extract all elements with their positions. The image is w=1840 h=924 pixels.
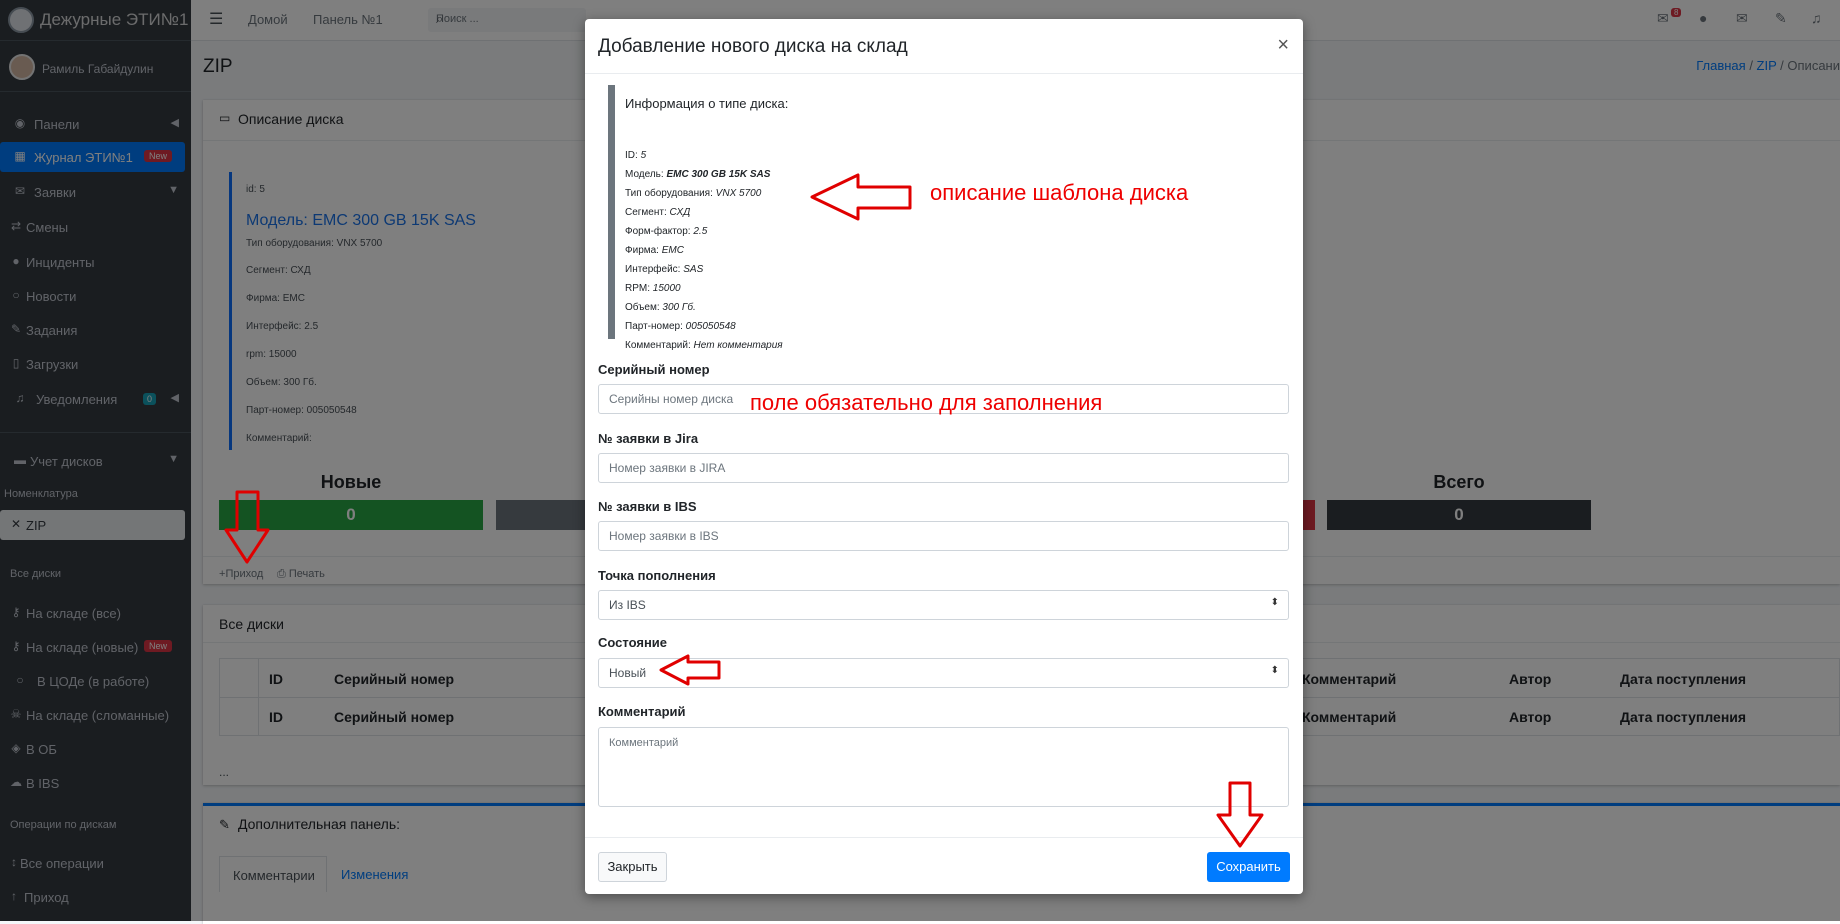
arrow-left-annotation <box>810 173 912 221</box>
arrow-down-save-annotation <box>1216 781 1264 848</box>
arrow-down-income-annotation <box>224 490 270 564</box>
arrow-left-state-annotation <box>659 654 721 686</box>
annotation-arrows <box>224 173 1264 848</box>
